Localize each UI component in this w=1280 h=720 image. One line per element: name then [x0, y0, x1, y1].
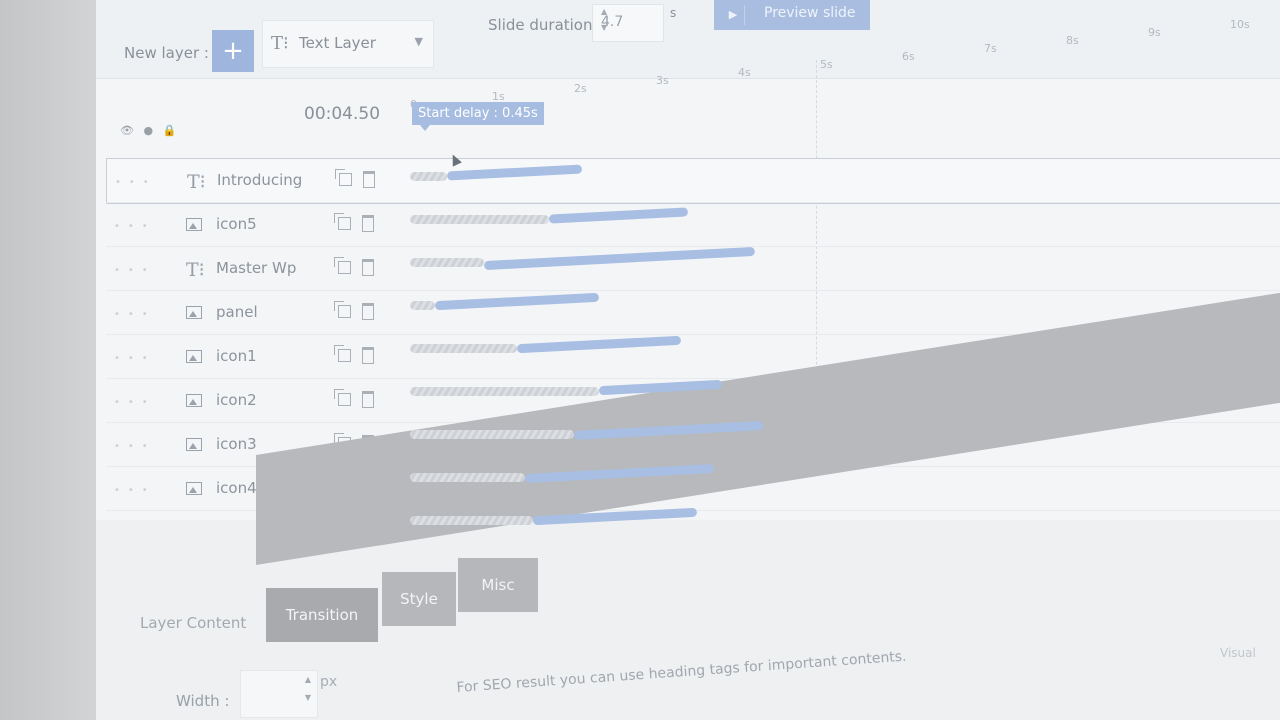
slider-editor: New layer : + T⁝ Text Layer ▼ Slide dura… [96, 0, 1280, 720]
layer-type-value: Text Layer [299, 34, 376, 52]
layer-name: panel [216, 303, 258, 321]
drag-handle-icon[interactable]: ••• [114, 397, 156, 408]
delete-icon[interactable] [363, 171, 375, 188]
start-delay-tooltip: Start delay : 0.45s [412, 102, 544, 131]
width-input[interactable]: ▲ ▼ [240, 670, 318, 718]
visual-tab[interactable]: Visual [1220, 646, 1256, 660]
ruler-tick: 2s [574, 82, 587, 95]
ruler-tick: 8s [1066, 34, 1079, 47]
tab-style[interactable]: Style [382, 572, 456, 626]
play-icon: ▶ [722, 5, 745, 25]
drag-handle-icon[interactable]: ••• [114, 353, 156, 364]
ruler-tick: 9s [1148, 26, 1161, 39]
preview-slide-button[interactable]: ▶ Preview slide [714, 0, 870, 30]
layer-name: Introducing [217, 171, 303, 189]
current-time: 00:04.50 [304, 104, 381, 124]
duplicate-icon[interactable] [335, 169, 352, 186]
visibility-lock-icons: 👁 ● 🔒 [120, 124, 180, 137]
delete-icon[interactable] [362, 259, 374, 276]
tab-transition[interactable]: Transition [266, 588, 378, 642]
layer-name: icon2 [216, 391, 257, 409]
stepper-up-icon[interactable]: ▲ [305, 675, 311, 684]
ruler-tick: 6s [902, 50, 915, 63]
delay-track[interactable] [410, 430, 574, 439]
ruler-tick: 4s [738, 66, 751, 79]
duplicate-icon[interactable] [334, 301, 351, 318]
delete-icon[interactable] [362, 391, 374, 408]
image-layer-icon [186, 394, 202, 407]
image-layer-icon [186, 306, 202, 319]
stepper-up-icon[interactable]: ▲ [601, 7, 657, 16]
tab-misc[interactable]: Misc [458, 558, 538, 612]
ruler-tick: 10s [1230, 18, 1250, 31]
layer-row[interactable]: ••• T⁝ Introducing [106, 158, 1280, 204]
layer-row[interactable]: ••• icon5 [106, 202, 1280, 247]
drag-handle-icon[interactable]: ••• [114, 309, 156, 320]
chevron-down-icon: ▼ [414, 35, 423, 48]
plus-icon: + [222, 36, 244, 66]
drag-handle-icon[interactable]: ••• [115, 177, 157, 188]
layer-name: icon4 [216, 479, 257, 497]
ruler-tick: 5s [820, 58, 833, 71]
delete-icon[interactable] [362, 215, 374, 232]
drag-handle-icon[interactable]: ••• [114, 441, 156, 452]
text-layer-icon: T⁝ [187, 171, 206, 193]
layer-name: icon3 [216, 435, 257, 453]
drag-handle-icon[interactable]: ••• [114, 221, 156, 232]
width-unit: px [320, 674, 338, 690]
ruler-tick: 7s [984, 42, 997, 55]
image-layer-icon [186, 482, 202, 495]
duplicate-icon[interactable] [334, 257, 351, 274]
slide-duration-input[interactable]: 4.7 ▲ ▼ [592, 4, 664, 42]
drag-handle-icon[interactable]: ••• [114, 485, 156, 496]
stepper-down-icon[interactable]: ▼ [601, 23, 657, 32]
layer-type-select[interactable]: T⁝ Text Layer ▼ [262, 20, 434, 68]
delete-icon[interactable] [362, 347, 374, 364]
slide-duration-label: Slide duration : [488, 16, 603, 34]
text-type-icon: T⁝ [271, 33, 289, 54]
new-layer-label: New layer : [124, 44, 209, 62]
text-layer-icon: T⁝ [186, 259, 205, 281]
stepper-down-icon[interactable]: ▼ [305, 693, 311, 702]
image-layer-icon [186, 438, 202, 451]
add-layer-button[interactable]: + [212, 30, 254, 72]
delete-icon[interactable] [362, 303, 374, 320]
delay-track[interactable] [410, 344, 517, 353]
tab-layer-content[interactable]: Layer Content [140, 614, 246, 632]
delay-track[interactable] [410, 301, 435, 310]
delay-track[interactable] [410, 215, 550, 224]
image-layer-icon [186, 218, 202, 231]
drag-handle-icon[interactable]: ••• [114, 265, 156, 276]
layer-name: icon5 [216, 215, 257, 233]
delay-track[interactable] [410, 473, 525, 482]
delay-track[interactable] [410, 516, 533, 525]
width-label: Width : [176, 692, 230, 710]
delay-track[interactable] [410, 258, 484, 267]
preview-label: Preview slide [764, 5, 856, 21]
ruler-tick: 3s [656, 74, 669, 87]
slide-duration-unit: s [670, 6, 677, 20]
delay-track[interactable] [410, 387, 599, 396]
delay-track[interactable] [410, 172, 447, 181]
duplicate-icon[interactable] [334, 345, 351, 362]
layer-name: icon1 [216, 347, 257, 365]
screen-photo: New layer : + T⁝ Text Layer ▼ Slide dura… [0, 0, 1280, 720]
layer-name: Master Wp [216, 259, 297, 277]
duplicate-icon[interactable] [334, 213, 351, 230]
image-layer-icon [186, 350, 202, 363]
duplicate-icon[interactable] [334, 389, 351, 406]
